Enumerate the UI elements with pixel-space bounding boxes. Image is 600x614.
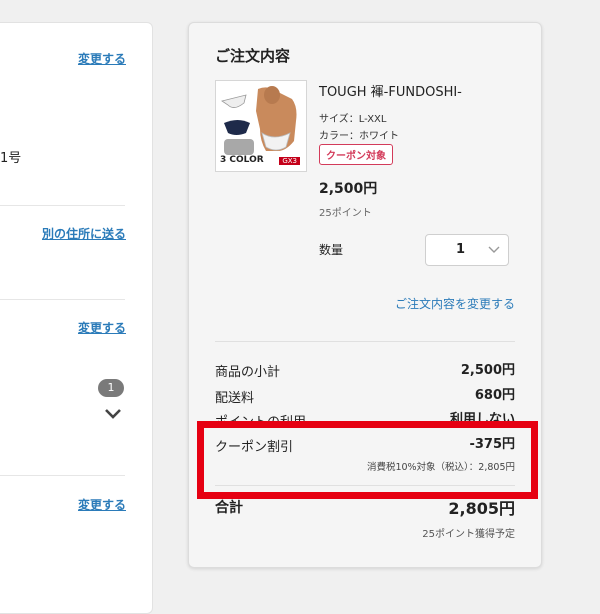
product-thumbnail[interactable]: 3 COLOR GX3 [215, 80, 307, 172]
item-count-badge: 1 [98, 379, 124, 397]
coupon-discount-value: -375円 [469, 437, 515, 452]
tax-note: 消費税10%対象（税込）：2,805円 [366, 462, 515, 473]
divider [215, 485, 515, 486]
total-value: 2,805円 [448, 499, 515, 518]
change-link-2[interactable]: 変更する [78, 319, 126, 336]
product-color: カラー：ホワイト [319, 131, 399, 142]
points-use-value: 利用しない [449, 412, 515, 427]
divider [215, 341, 515, 342]
quantity-label: 数量 [319, 243, 344, 257]
quantity-select[interactable]: 1 [425, 234, 509, 266]
brand-logo: GX3 [279, 157, 300, 165]
points-earn-note: 25ポイント獲得予定 [422, 529, 515, 540]
shipping-label: 配送料 [215, 391, 255, 406]
coupon-discount-label: クーポン割引 [215, 440, 294, 455]
product-price: 2,500円 [319, 181, 378, 197]
shipping-info-panel: 変更する 1号 別の住所に送る 変更する 1 変更する [0, 22, 153, 614]
product-points: 25ポイント [319, 208, 372, 219]
divider [0, 205, 125, 206]
order-summary-card: ご注文内容 3 COLOR GX3 TOUGH 褌-FUNDOSHI- サイズ：… [188, 22, 542, 568]
quantity-value: 1 [456, 242, 466, 257]
total-label: 合計 [215, 500, 243, 516]
chevron-down-icon [488, 246, 500, 253]
coupon-eligible-tag: クーポン対象 [319, 144, 393, 165]
product-name[interactable]: TOUGH 褌-FUNDOSHI- [319, 81, 462, 100]
subtotal-label: 商品の小計 [215, 365, 281, 380]
ship-to-other-address-link[interactable]: 別の住所に送る [42, 225, 126, 242]
shipping-value: 680円 [474, 388, 515, 403]
address-fragment: 1号 [0, 151, 22, 166]
subtotal-value: 2,500円 [460, 363, 515, 378]
change-order-link[interactable]: ご注文内容を変更する [395, 295, 515, 312]
divider [0, 299, 125, 300]
chevron-down-icon[interactable] [103, 407, 123, 421]
product-size: サイズ：L-XXL [319, 114, 387, 125]
change-link-1[interactable]: 変更する [78, 50, 126, 67]
divider [0, 475, 125, 476]
points-use-label: ポイントの利用 [215, 415, 307, 430]
image-color-label: 3 COLOR [220, 155, 264, 165]
change-link-3[interactable]: 変更する [78, 496, 126, 513]
order-summary-title: ご注文内容 [215, 47, 291, 65]
